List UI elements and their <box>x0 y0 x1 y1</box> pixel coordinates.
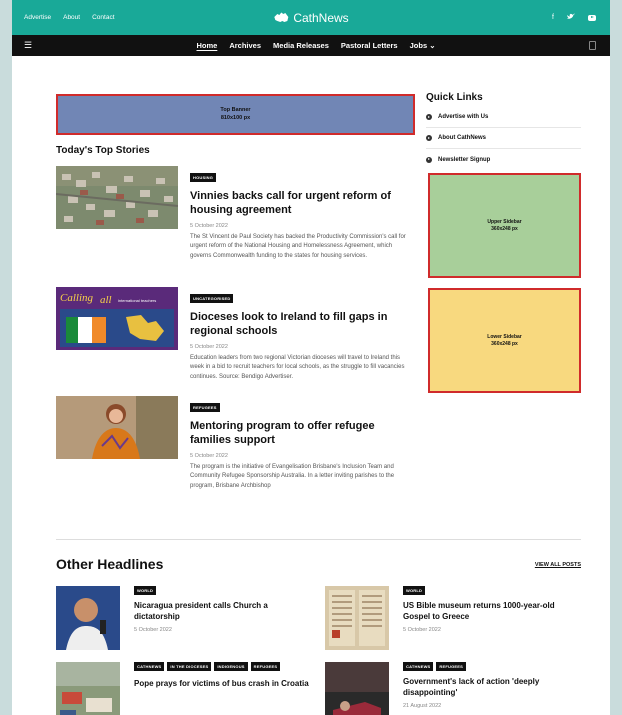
tag-list: CATHNEWS IN THE DIOCESES INDIGENOUS REFU… <box>134 662 312 671</box>
quick-link-advertise[interactable]: Advertise with Us <box>426 107 581 128</box>
nav-links: Home Archives Media Releases Pastoral Le… <box>12 41 610 50</box>
headline-date: 21 August 2022 <box>403 702 442 709</box>
thumb-teachers-text: international teachers <box>118 298 156 303</box>
story-thumbnail[interactable]: Calling all international teachers <box>56 287 178 350</box>
social-links: f <box>552 13 596 22</box>
headline-title[interactable]: US Bible museum returns 1000-year-old Go… <box>403 601 581 623</box>
story-item: Calling all international teachers UNCAT… <box>56 287 416 385</box>
headline-thumbnail[interactable] <box>325 662 389 715</box>
story-body: UNCATEGORISED Dioceses look to Ireland t… <box>190 287 410 382</box>
headline-title[interactable]: Nicaragua president calls Church a dicta… <box>134 601 312 623</box>
category-tag[interactable]: REFUGEES <box>436 662 467 671</box>
story-title[interactable]: Vinnies backs call for urgent reform of … <box>190 189 410 218</box>
quick-links-heading: Quick Links <box>426 92 483 103</box>
sidebar: Quick Links Advertise with Us About Cath… <box>426 92 581 170</box>
story-thumbnail[interactable] <box>56 396 178 459</box>
category-tag[interactable]: REFUGEES <box>250 662 281 671</box>
lower-sidebar-ad[interactable]: Lower Sidebar 360x248 px <box>428 288 581 393</box>
category-tag[interactable]: CATHNEWS <box>134 662 165 671</box>
tag-list: WORLD <box>403 586 581 595</box>
logo-text: CathNews <box>293 10 349 25</box>
tag-list: WORLD <box>134 586 312 595</box>
about-link[interactable]: About <box>63 14 80 21</box>
category-tag[interactable]: REFUGEES <box>190 403 220 412</box>
nav-item-media-releases[interactable]: Media Releases <box>273 41 329 50</box>
top-bar: Advertise About Contact CathNews f <box>12 0 610 35</box>
headline-date: 5 October 2022 <box>403 626 441 633</box>
nav-item-archives[interactable]: Archives <box>229 41 261 50</box>
quick-links-list: Advertise with Us About CathNews Newslet… <box>426 107 581 170</box>
category-tag[interactable]: IN THE DIOCESES <box>167 662 212 671</box>
headline-thumbnail[interactable] <box>325 586 389 650</box>
headline-card: CATHNEWS IN THE DIOCESES INDIGENOUS REFU… <box>56 662 311 715</box>
category-tag[interactable]: UNCATEGORISED <box>190 294 234 303</box>
story-item: HOUSING Vinnies backs call for urgent re… <box>56 166 416 278</box>
category-tag[interactable]: WORLD <box>134 586 157 595</box>
youtube-icon[interactable] <box>588 14 596 21</box>
story-thumbnail[interactable] <box>56 166 178 229</box>
headline-title[interactable]: Government's lack of action 'deeply disa… <box>403 677 581 699</box>
tag-list: CATHNEWS REFUGEES <box>403 662 581 671</box>
thumb-calling-text: Calling <box>60 292 94 304</box>
headline-body: CATHNEWS IN THE DIOCESES INDIGENOUS REFU… <box>134 662 312 690</box>
search-icon[interactable] <box>589 41 596 50</box>
category-tag[interactable]: INDIGENOUS <box>214 662 248 671</box>
headline-body: WORLD Nicaragua president calls Church a… <box>134 586 312 633</box>
facebook-icon[interactable]: f <box>552 14 554 21</box>
other-headlines-heading: Other Headlines <box>56 556 164 572</box>
top-stories-heading: Today's Top Stories <box>56 145 150 156</box>
category-tag[interactable]: CATHNEWS <box>403 662 434 671</box>
ad-size: 360x248 px <box>491 225 518 232</box>
ad-size: 360x248 px <box>491 340 518 347</box>
nav-item-home[interactable]: Home <box>197 41 218 50</box>
headline-body: CATHNEWS REFUGEES Government's lack of a… <box>403 662 581 709</box>
story-date: 5 October 2022 <box>190 452 228 459</box>
australia-map-icon <box>274 12 289 22</box>
twitter-icon[interactable] <box>567 13 575 22</box>
arrow-circle-icon <box>426 156 432 163</box>
headline-title[interactable]: Pope prays for victims of bus crash in C… <box>134 679 312 690</box>
category-tag[interactable]: WORLD <box>403 586 426 595</box>
story-date: 5 October 2022 <box>190 222 228 229</box>
top-banner-ad[interactable]: Top Banner 810x100 px <box>56 94 415 135</box>
story-date: 5 October 2022 <box>190 343 228 350</box>
contact-link[interactable]: Contact <box>92 14 114 21</box>
quick-link-label: Advertise with Us <box>438 114 489 120</box>
view-all-posts-link[interactable]: VIEW ALL POSTS <box>535 562 581 568</box>
quick-link-label: About CathNews <box>438 135 486 141</box>
main-nav: ☰ Home Archives Media Releases Pastoral … <box>12 35 610 56</box>
story-excerpt: Education leaders from two regional Vict… <box>190 354 405 380</box>
page: Advertise About Contact CathNews f ☰ Hom… <box>12 0 610 715</box>
story-excerpt: The program is the initiative of Evangel… <box>190 463 395 489</box>
quick-link-newsletter[interactable]: Newsletter Signup <box>426 149 581 170</box>
quick-link-about[interactable]: About CathNews <box>426 128 581 149</box>
arrow-circle-icon <box>426 135 432 141</box>
section-divider <box>56 539 581 540</box>
top-links: Advertise About Contact <box>24 14 115 21</box>
headline-card: WORLD Nicaragua president calls Church a… <box>56 586 311 652</box>
story-title[interactable]: Mentoring program to offer refugee famil… <box>190 419 410 448</box>
headline-body: WORLD US Bible museum returns 1000-year-… <box>403 586 581 633</box>
headline-card: WORLD US Bible museum returns 1000-year-… <box>325 586 580 652</box>
category-tag[interactable]: HOUSING <box>190 173 217 182</box>
upper-sidebar-ad[interactable]: Upper Sidebar 360x248 px <box>428 173 581 278</box>
arrow-circle-icon <box>426 114 432 120</box>
headline-thumbnail[interactable] <box>56 586 120 650</box>
story-body: HOUSING Vinnies backs call for urgent re… <box>190 166 410 261</box>
headline-date: 5 October 2022 <box>134 626 172 633</box>
advertise-link[interactable]: Advertise <box>24 14 51 21</box>
headline-thumbnail[interactable] <box>56 662 120 715</box>
story-item: REFUGEES Mentoring program to offer refu… <box>56 396 416 498</box>
nav-item-pastoral-letters[interactable]: Pastoral Letters <box>341 41 398 50</box>
story-title[interactable]: Dioceses look to Ireland to fill gaps in… <box>190 310 410 339</box>
banner-size: 810x100 px <box>220 114 251 121</box>
quick-link-label: Newsletter Signup <box>438 156 491 163</box>
nav-item-jobs[interactable]: Jobs ⌄ <box>410 41 436 50</box>
banner-label: Top Banner <box>220 107 251 114</box>
story-excerpt: The St Vincent de Paul Society has backe… <box>190 233 406 259</box>
site-logo[interactable]: CathNews <box>273 10 349 25</box>
story-body: REFUGEES Mentoring program to offer refu… <box>190 396 410 491</box>
thumb-all-text: all <box>100 294 112 306</box>
headline-card: CATHNEWS REFUGEES Government's lack of a… <box>325 662 580 715</box>
